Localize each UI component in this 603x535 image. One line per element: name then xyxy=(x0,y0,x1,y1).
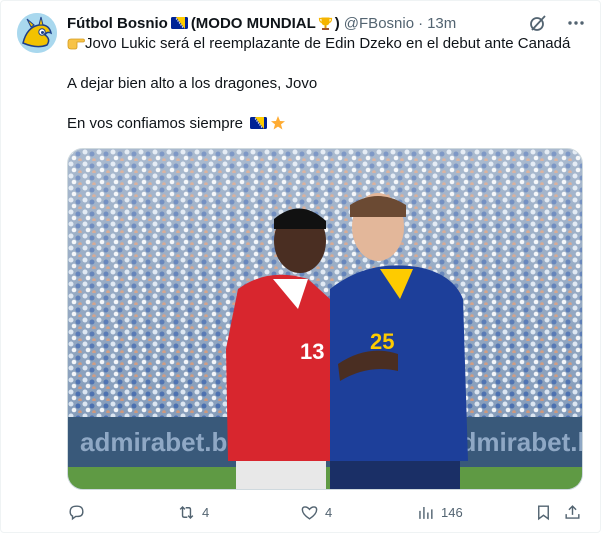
bookmark-icon xyxy=(538,505,549,521)
bosnia-flag-emoji xyxy=(170,17,188,29)
tweet-photo[interactable]: admirabet.ba admirabet.ba 13 25 xyxy=(67,148,583,490)
reply-icon xyxy=(69,505,84,521)
ad-board-left: admirabet.ba xyxy=(80,427,242,457)
like-count: 4 xyxy=(325,505,333,520)
tweet-line-text: Jovo Lukic será el reemplazante de Edin … xyxy=(85,35,571,52)
trophy-emoji xyxy=(318,17,332,30)
point-right-emoji xyxy=(67,38,85,50)
retweet-icon xyxy=(179,505,194,520)
tweet-line-2: A dejar bien alto a los dragones, Jovo xyxy=(67,75,318,92)
like-button[interactable]: 4 xyxy=(300,503,332,522)
retweet-button[interactable]: 4 xyxy=(177,503,209,522)
reply-button[interactable] xyxy=(67,503,92,522)
tweet-header: Fútbol Bosnio (MODO MUNDIAL ) @FBosnio ·… xyxy=(67,12,586,34)
display-name-close: ) xyxy=(334,14,340,32)
user-handle[interactable]: @FBosnio xyxy=(344,15,414,32)
views-count: 146 xyxy=(441,505,463,520)
tweet-line-1: Jovo Lukic será el reemplazante de Edin … xyxy=(67,34,587,54)
display-name[interactable]: Fútbol Bosnio xyxy=(67,15,168,32)
tweet-actions: 4 4 146 xyxy=(67,503,587,525)
bookmark-button[interactable] xyxy=(534,503,553,522)
share-icon xyxy=(565,505,580,519)
share-button[interactable] xyxy=(563,503,582,522)
retweet-count: 4 xyxy=(202,505,210,520)
separator-dot: · xyxy=(418,14,424,32)
avatar[interactable] xyxy=(17,13,57,53)
football-players-photo: admirabet.ba admirabet.ba 13 25 xyxy=(68,149,582,489)
views-button[interactable]: 146 xyxy=(416,503,463,522)
star-emoji xyxy=(271,116,286,130)
views-icon xyxy=(419,506,433,519)
red-shirt-number: 13 xyxy=(300,339,324,364)
bosnia-flag-emoji xyxy=(250,117,268,129)
more-icon[interactable] xyxy=(566,13,586,33)
dragon-avatar-icon xyxy=(17,13,57,53)
grok-icon[interactable] xyxy=(528,13,548,33)
tweet-line-3: En vos confiamos siempre xyxy=(67,114,587,134)
tweet-time[interactable]: 13m xyxy=(427,15,456,32)
tweet-card[interactable]: Fútbol Bosnio (MODO MUNDIAL ) @FBosnio ·… xyxy=(0,0,601,533)
tweet-line-text: En vos confiamos siempre xyxy=(67,115,243,132)
blue-shirt-number: 25 xyxy=(370,329,394,354)
display-name-suffix: (MODO MUNDIAL xyxy=(190,14,316,32)
tweet-text: Jovo Lukic será el reemplazante de Edin … xyxy=(67,34,587,134)
like-icon xyxy=(301,506,318,520)
